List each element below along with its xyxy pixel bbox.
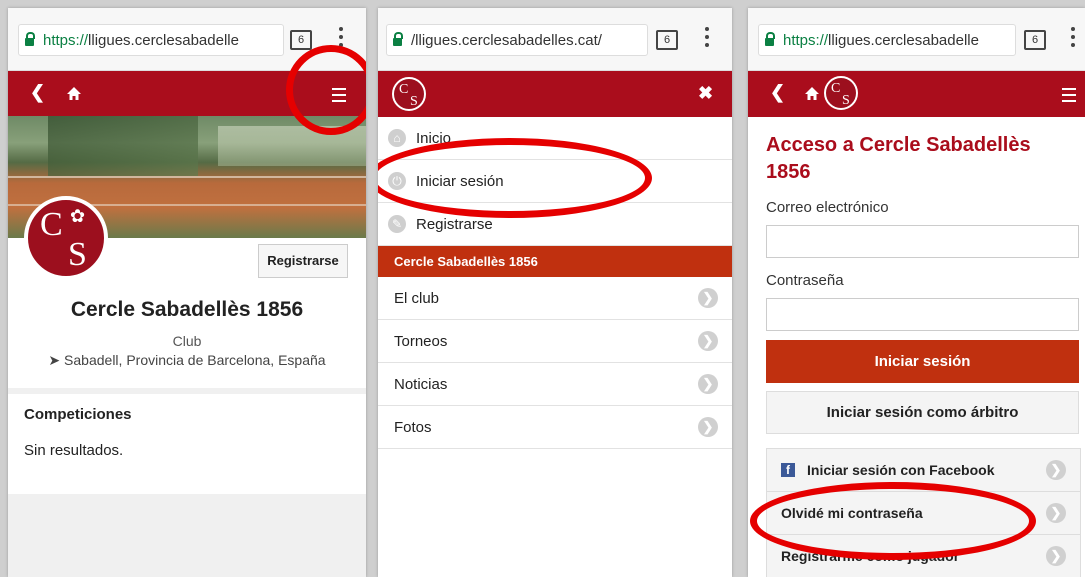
tab-switcher-button[interactable]: 6 <box>290 30 312 50</box>
lock-icon <box>25 32 35 46</box>
menu-item-torneos[interactable]: Torneos ❯ <box>378 320 732 363</box>
tab-count: 6 <box>297 34 305 46</box>
club-logo: C S <box>392 77 426 111</box>
referee-login-button[interactable]: Iniciar sesión como árbitro <box>766 391 1079 434</box>
lock-icon <box>393 32 403 46</box>
menu-item-label: Fotos <box>394 418 432 436</box>
back-icon[interactable]: ❮ <box>770 82 785 103</box>
url-host: lligues.cerclesabadelle <box>828 31 979 49</box>
password-label: Contraseña <box>766 272 844 289</box>
chevron-right-icon: ❯ <box>698 417 718 437</box>
location-arrow-icon: ➤ <box>48 352 61 368</box>
tab-switcher-button[interactable]: 6 <box>1024 30 1046 50</box>
menu-item-noticias[interactable]: Noticias ❯ <box>378 363 732 406</box>
login-button[interactable]: Iniciar sesión <box>766 340 1079 383</box>
menu-item-label: Registrarse <box>416 215 493 233</box>
annotation-circle <box>378 138 652 218</box>
app-header: ❮ C S <box>748 71 1085 117</box>
address-bar[interactable]: /lligues.cerclesabadelles.cat/ <box>386 24 648 56</box>
home-icon[interactable] <box>804 86 820 101</box>
lock-icon <box>765 32 775 46</box>
url-scheme: https:// <box>43 31 89 49</box>
club-logo: C S <box>824 76 858 110</box>
chevron-right-icon: ❯ <box>1046 546 1066 566</box>
menu-header: C S ✖ <box>378 71 732 117</box>
flower-icon: ✿ <box>70 206 86 226</box>
back-icon[interactable]: ❮ <box>30 82 45 103</box>
email-label: Correo electrónico <box>766 199 889 216</box>
browser-menu-icon[interactable] <box>1071 27 1075 51</box>
chevron-right-icon: ❯ <box>1046 460 1066 480</box>
url-scheme: https:// <box>783 31 829 49</box>
home-icon[interactable] <box>66 86 82 101</box>
club-name: Cercle Sabadellès 1856 <box>70 298 304 321</box>
address-bar[interactable]: https://lligues.cerclesabadelle <box>758 24 1016 56</box>
competitions-title: Competiciones <box>24 406 132 423</box>
chevron-right-icon: ❯ <box>698 288 718 308</box>
tab-switcher-button[interactable]: 6 <box>656 30 678 50</box>
menu-item-label: Torneos <box>394 332 448 350</box>
club-type: Club <box>172 333 202 349</box>
no-results-text: Sin resultados. <box>24 442 124 459</box>
annotation-circle <box>750 482 1036 560</box>
email-field[interactable] <box>766 225 1079 258</box>
club-logo: C S ✿ <box>24 196 108 280</box>
menu-item-label: El club <box>394 289 440 307</box>
phone-screen-login: https://lligues.cerclesabadelle 6 ❮ C S … <box>748 8 1085 577</box>
page-title: Acceso a Cercle Sabadellès 1856 <box>766 134 1031 183</box>
facebook-label: Iniciar sesión con Facebook <box>807 462 995 478</box>
phone-screen-club-profile: https://lligues.cerclesabadelle 6 ❮ C S … <box>8 8 366 577</box>
register-button[interactable]: Registrarse <box>258 244 348 278</box>
password-field[interactable] <box>766 298 1079 331</box>
annotation-circle <box>286 45 366 135</box>
club-location: ➤ Sabadell, Provincia de Barcelona, Espa… <box>8 352 366 369</box>
facebook-icon: f <box>781 463 795 477</box>
tab-count: 6 <box>663 34 671 46</box>
home-icon: ⌂ <box>388 129 406 147</box>
url-text: /lligues.cerclesabadelles.cat/ <box>411 31 602 49</box>
chevron-right-icon: ❯ <box>698 374 718 394</box>
browser-toolbar: https://lligues.cerclesabadelle 6 <box>748 8 1085 71</box>
hamburger-icon[interactable] <box>1062 88 1076 102</box>
chevron-right-icon: ❯ <box>698 331 718 351</box>
location-text: Sabadell, Provincia de Barcelona, España <box>64 352 326 368</box>
pencil-icon: ✎ <box>388 215 406 233</box>
browser-toolbar: /lligues.cerclesabadelles.cat/ 6 <box>378 8 732 71</box>
menu-item-fotos[interactable]: Fotos ❯ <box>378 406 732 449</box>
menu-item-el-club[interactable]: El club ❯ <box>378 277 732 320</box>
browser-menu-icon[interactable] <box>705 27 709 51</box>
url-host: lligues.cerclesabadelle <box>88 31 239 49</box>
close-icon[interactable]: ✖ <box>698 83 713 104</box>
section-header: Cercle Sabadellès 1856 <box>378 246 732 277</box>
competitions-section: Competiciones Sin resultados. <box>8 394 366 494</box>
phone-screen-side-menu: /lligues.cerclesabadelles.cat/ 6 C S ✖ ⌂… <box>378 8 732 577</box>
tab-count: 6 <box>1031 34 1039 46</box>
chevron-right-icon: ❯ <box>1046 503 1066 523</box>
address-bar[interactable]: https://lligues.cerclesabadelle <box>18 24 284 56</box>
menu-item-label: Noticias <box>394 375 448 393</box>
club-menu: El club ❯ Torneos ❯ Noticias ❯ Fotos ❯ <box>378 277 732 449</box>
